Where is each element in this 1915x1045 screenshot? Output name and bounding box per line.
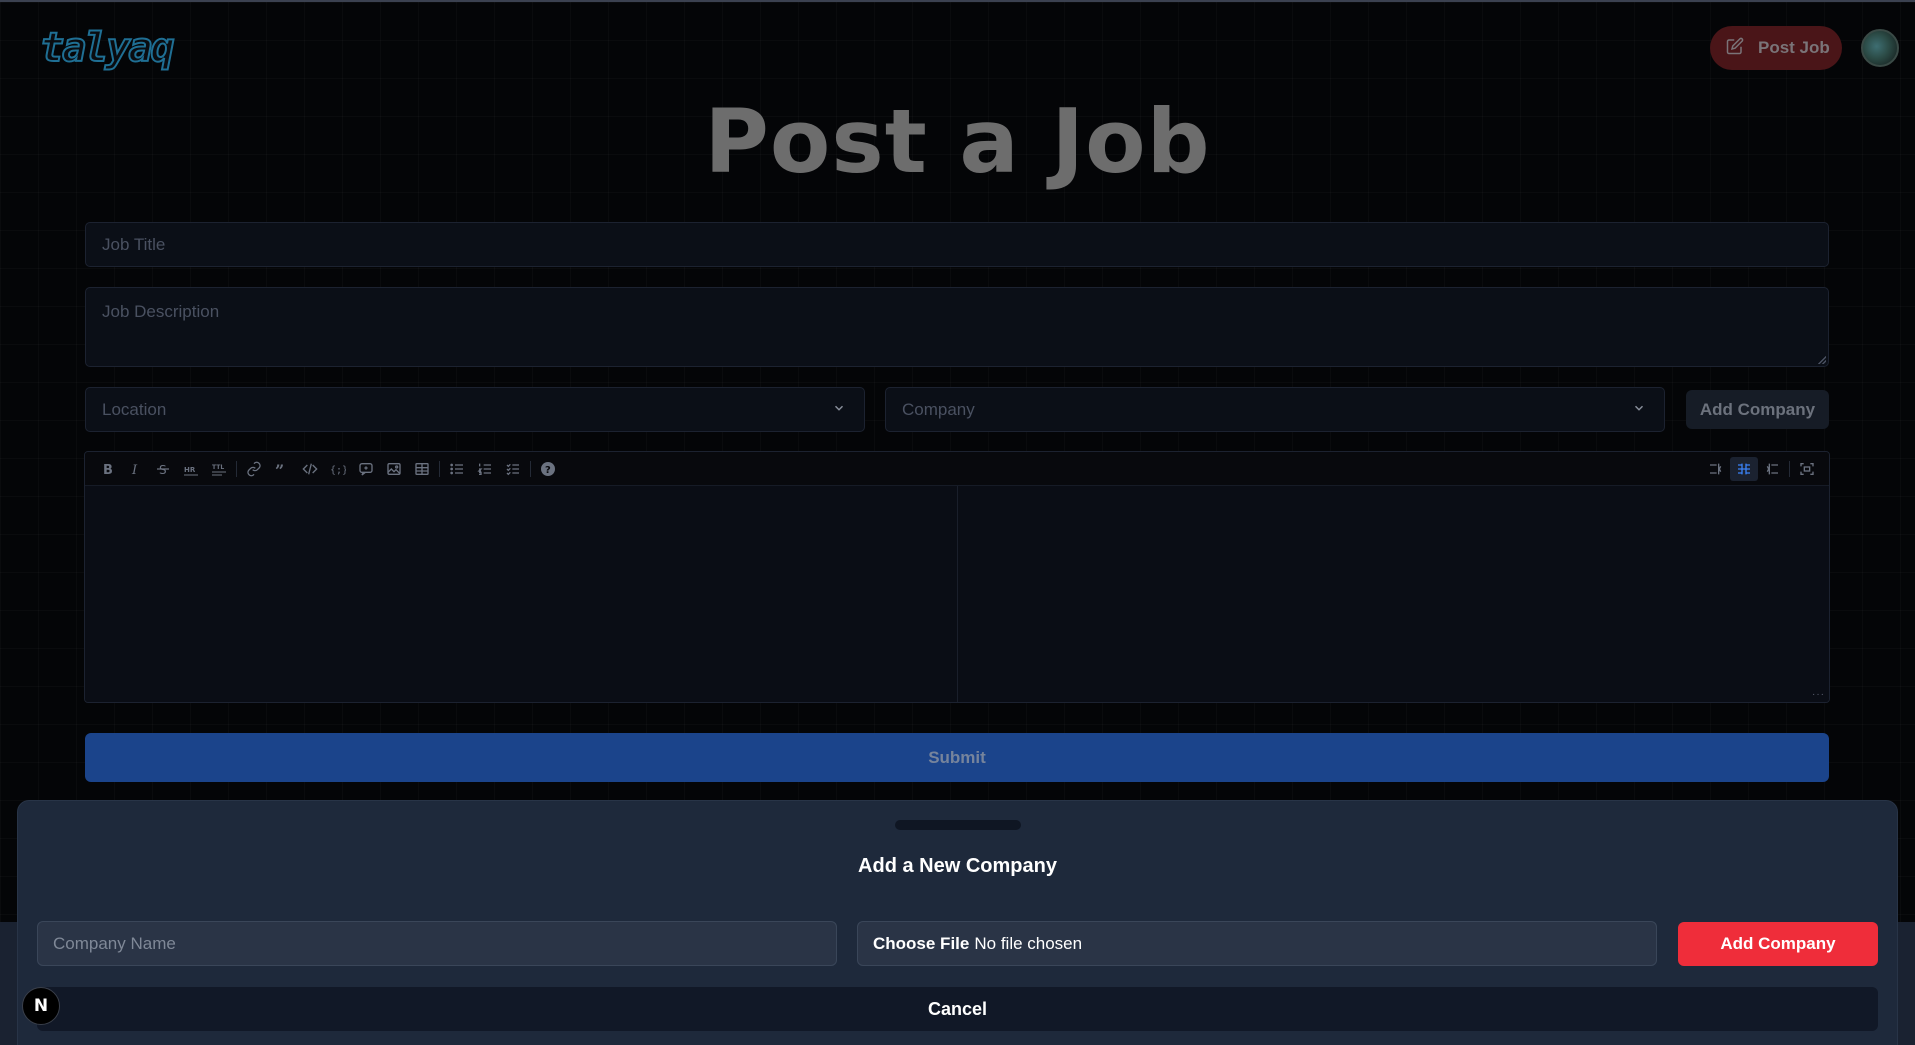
company-placeholder: Company: [902, 399, 975, 419]
post-job-label: Post Job: [1758, 38, 1830, 57]
choose-file-button[interactable]: Choose File: [873, 934, 969, 954]
strikethrough-icon[interactable]: S: [149, 457, 177, 481]
job-description-input[interactable]: Job Description: [85, 287, 1829, 367]
add-company-modal: Add a New Company Company Name Choose Fi…: [17, 800, 1898, 1045]
fullscreen-icon[interactable]: [1793, 457, 1821, 481]
table-icon[interactable]: [408, 457, 436, 481]
toolbar-divider: [236, 460, 237, 477]
preview-mode-icon[interactable]: [1758, 457, 1786, 481]
toolbar-divider: [1789, 461, 1790, 477]
modal-title: Add a New Company: [858, 855, 1057, 877]
unordered-list-icon[interactable]: [443, 457, 471, 481]
svg-text:B: B: [103, 463, 113, 477]
italic-icon[interactable]: I: [121, 457, 149, 481]
editor-input-pane[interactable]: [85, 486, 957, 702]
job-description-placeholder: Job Description: [102, 302, 220, 321]
live-mode-icon[interactable]: [1730, 457, 1758, 481]
link-icon[interactable]: [240, 457, 268, 481]
editor-panes: [85, 486, 1829, 702]
svg-text:S: S: [159, 463, 167, 477]
hr-icon[interactable]: HR: [177, 457, 205, 481]
title-icon[interactable]: TTL: [205, 457, 233, 481]
edit-mode-icon[interactable]: [1702, 457, 1730, 481]
svg-text:HR: HR: [184, 466, 196, 474]
company-name-input[interactable]: Company Name: [37, 921, 837, 966]
page-title: Post a Job: [704, 90, 1211, 193]
toolbar-divider: [439, 460, 440, 477]
job-title-placeholder: Job Title: [102, 234, 166, 254]
editor-toolbar: B I S HR TTL ” {;} ?: [85, 452, 1829, 486]
toolbar-divider: [530, 460, 531, 477]
post-job-button[interactable]: Post Job: [1710, 26, 1842, 70]
cancel-button[interactable]: Cancel: [37, 987, 1878, 1031]
code-block-icon[interactable]: {;}: [324, 457, 352, 481]
logo-file-input[interactable]: Choose File No file chosen: [857, 921, 1657, 966]
svg-text:{;}: {;}: [330, 465, 346, 476]
editor-preview-pane: [956, 486, 1829, 702]
editor-resize-handle[interactable]: ···: [1812, 690, 1825, 700]
svg-text:TTL: TTL: [212, 464, 224, 471]
comment-icon[interactable]: [352, 457, 380, 481]
avatar[interactable]: [1861, 29, 1899, 67]
company-name-placeholder: Company Name: [53, 933, 176, 953]
svg-text:?: ?: [545, 465, 551, 476]
svg-text:I: I: [131, 463, 138, 477]
drag-handle[interactable]: [895, 820, 1021, 830]
logo[interactable]: talyaq: [39, 24, 176, 72]
resize-grip-icon[interactable]: [1818, 356, 1826, 364]
bold-icon[interactable]: B: [93, 457, 121, 481]
svg-text:”: ”: [275, 461, 284, 477]
help-icon[interactable]: ?: [534, 457, 562, 481]
file-status: No file chosen: [974, 933, 1083, 953]
job-title-input[interactable]: Job Title: [85, 222, 1829, 267]
edit-icon: [1726, 37, 1744, 60]
ordered-list-icon[interactable]: [471, 457, 499, 481]
dev-tools-badge[interactable]: N: [22, 987, 60, 1025]
image-icon[interactable]: [380, 457, 408, 481]
checked-list-icon[interactable]: [499, 457, 527, 481]
modal-add-company-button[interactable]: Add Company: [1678, 922, 1878, 966]
chevron-down-icon: [832, 400, 846, 420]
location-select[interactable]: Location: [85, 387, 865, 432]
company-select[interactable]: Company: [885, 387, 1665, 432]
markdown-editor: B I S HR TTL ” {;} ? ···: [84, 451, 1830, 703]
location-placeholder: Location: [102, 399, 167, 419]
code-icon[interactable]: [296, 457, 324, 481]
add-company-button[interactable]: Add Company: [1686, 390, 1829, 429]
submit-button[interactable]: Submit: [85, 733, 1829, 782]
editor-mode-toggles: [1702, 457, 1821, 481]
quote-icon[interactable]: ”: [268, 457, 296, 481]
chevron-down-icon: [1632, 400, 1646, 420]
